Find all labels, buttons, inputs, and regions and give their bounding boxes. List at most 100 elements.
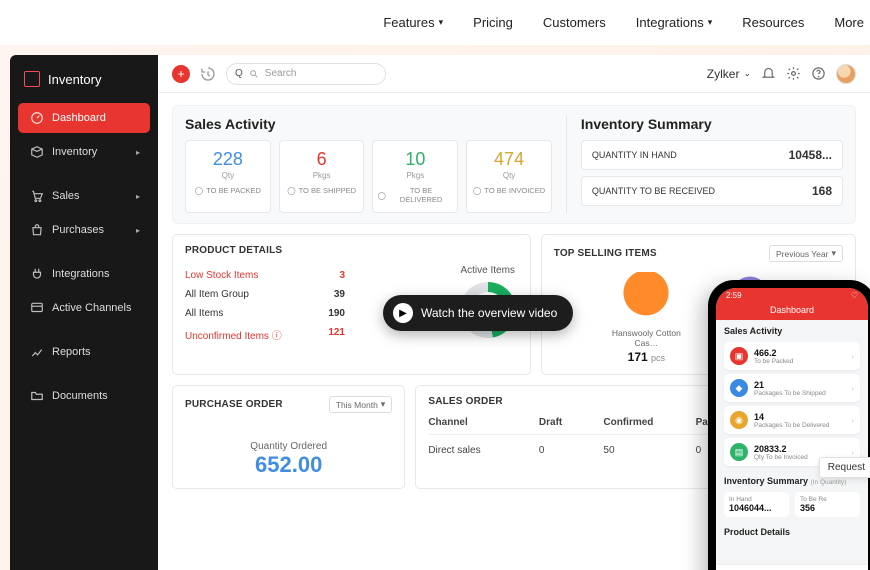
chart-icon — [30, 345, 44, 359]
sidebar-item-reports[interactable]: Reports — [18, 337, 150, 367]
avatar[interactable] — [836, 64, 856, 84]
pd-row-low-stock[interactable]: Low Stock Items3 — [185, 266, 345, 285]
po-label: Quantity Ordered — [185, 441, 392, 452]
chevron-down-icon: ▾ — [381, 399, 386, 410]
chevron-down-icon: ▾ — [831, 248, 836, 259]
summary-grid: Sales Activity 228 Qty ◯TO BE PACKED 6 P… — [172, 105, 856, 224]
package-icon: ▣ — [730, 347, 748, 365]
folder-icon — [30, 389, 44, 403]
appbar: + Q Search Zylker ⌄ — [158, 55, 870, 93]
sales-activity-title: Sales Activity — [185, 116, 552, 132]
check-circle-icon: ◯ — [287, 186, 295, 195]
search-icon — [249, 69, 259, 79]
app-shell: Inventory Dashboard Inventory ▸ Sales ▸ — [0, 45, 870, 570]
help-icon[interactable] — [811, 66, 826, 81]
phone-row-shipped[interactable]: ◆ 21Packages To be Shipped › — [724, 374, 860, 402]
sidebar-label: Purchases — [52, 224, 104, 236]
brand[interactable]: Inventory — [10, 65, 158, 101]
sidebar-item-dashboard[interactable]: Dashboard — [18, 103, 150, 133]
brand-icon — [24, 71, 40, 87]
phone-status-bar: 2:59 ♡ — [716, 288, 868, 302]
history-icon[interactable] — [200, 66, 216, 82]
isum-row-in-hand: QUANTITY IN HAND 10458... — [581, 140, 843, 170]
org-name: Zylker — [707, 67, 740, 81]
phone-mockup: 2:59 ♡ Dashboard Sales Activity ▣ 466.2T… — [708, 280, 870, 570]
topnav-integrations[interactable]: Integrations▾ — [636, 15, 712, 30]
bell-icon: ♡ — [851, 291, 858, 300]
box-icon: ◉ — [730, 411, 748, 429]
isum-row-to-receive: QUANTITY TO BE RECEIVED 168 — [581, 176, 843, 206]
purchase-order-filter[interactable]: This Month▾ — [329, 396, 393, 413]
chevron-right-icon: › — [851, 352, 854, 361]
sales-activity: Sales Activity 228 Qty ◯TO BE PACKED 6 P… — [185, 116, 552, 213]
sidebar-item-purchases[interactable]: Purchases ▸ — [18, 215, 150, 245]
topnav-customers[interactable]: Customers — [543, 15, 606, 30]
inventory-summary-title: Inventory Summary — [581, 116, 843, 132]
play-icon: ▶ — [393, 303, 413, 323]
phone-time: 2:59 — [726, 291, 742, 300]
chevron-down-icon: ▾ — [708, 17, 713, 28]
chevron-right-icon: › — [851, 384, 854, 393]
pd-row-all-items[interactable]: All Items190 — [185, 304, 345, 323]
topnav-pricing[interactable]: Pricing — [473, 15, 513, 30]
phone-tab-bar: ⌂Dashboard ⎘Sales Orders ▣Packages ⌑Item… — [716, 564, 868, 570]
request-button[interactable]: Request — [819, 457, 870, 478]
chevron-right-icon: ▸ — [136, 226, 140, 235]
check-circle-icon: ◯ — [377, 191, 385, 200]
chevron-down-icon: ▾ — [439, 17, 444, 28]
topnav-more[interactable]: More — [834, 15, 864, 30]
phone-row-packed[interactable]: ▣ 466.2To be Packed › — [724, 342, 860, 370]
sa-card-packed[interactable]: 228 Qty ◯TO BE PACKED — [185, 140, 271, 213]
info-icon: ⓘ — [272, 331, 282, 342]
pd-row-item-group[interactable]: All Item Group39 — [185, 285, 345, 304]
sa-card-shipped[interactable]: 6 Pkgs ◯TO BE SHIPPED — [279, 140, 365, 213]
sidebar-item-documents[interactable]: Documents — [18, 381, 150, 411]
sidebar-item-active-channels[interactable]: Active Channels — [18, 293, 150, 323]
phone-pd-title: Product Details — [716, 521, 868, 539]
sidebar-label: Inventory — [52, 146, 97, 158]
truck-icon: ◆ — [730, 379, 748, 397]
sa-card-delivered[interactable]: 10 Pkgs ◯TO BE DELIVERED — [372, 140, 458, 213]
sa-card-invoiced[interactable]: 474 Qty ◯TO BE INVOICED — [466, 140, 552, 213]
phone-header: Dashboard — [716, 302, 868, 320]
pd-row-unconfirmed[interactable]: Unconfirmed Items ⓘ121 — [185, 323, 345, 346]
phone-box-inhand: In Hand1046044... — [724, 492, 789, 517]
chevron-right-icon: › — [851, 416, 854, 425]
phone-sales-title: Sales Activity — [716, 320, 868, 338]
top-selling-title: TOP SELLING ITEMS — [554, 248, 657, 259]
sidebar-item-sales[interactable]: Sales ▸ — [18, 181, 150, 211]
sidebar-label: Dashboard — [52, 112, 106, 124]
sidebar-item-inventory[interactable]: Inventory ▸ — [18, 137, 150, 167]
search-input[interactable]: Q Search — [226, 63, 386, 85]
bell-icon[interactable] — [761, 66, 776, 81]
inventory-summary: Inventory Summary QUANTITY IN HAND 10458… — [566, 116, 843, 213]
sidebar-label: Integrations — [52, 268, 109, 280]
gear-icon[interactable] — [786, 66, 801, 81]
chevron-right-icon: ▸ — [136, 148, 140, 157]
dashboard-content: Sales Activity 228 Qty ◯TO BE PACKED 6 P… — [158, 93, 870, 570]
add-button[interactable]: + — [172, 65, 190, 83]
sidebar-label: Sales — [52, 190, 80, 202]
sidebar-item-integrations[interactable]: Integrations — [18, 259, 150, 289]
product-image — [620, 272, 672, 324]
product-details-title: PRODUCT DETAILS — [185, 245, 518, 256]
video-cta-label: Watch the overview video — [421, 306, 557, 320]
watch-video-button[interactable]: ▶ Watch the overview video — [383, 295, 573, 331]
sidebar: Inventory Dashboard Inventory ▸ Sales ▸ — [10, 55, 158, 570]
purchase-order-card: PURCHASE ORDER This Month▾ Quantity Orde… — [172, 385, 405, 489]
dashboard-icon — [30, 111, 44, 125]
phone-row-delivered[interactable]: ◉ 14Packages To be Delivered › — [724, 406, 860, 434]
chevron-right-icon: › — [851, 448, 854, 457]
search-placeholder: Search — [265, 68, 297, 79]
topnav-resources[interactable]: Resources — [742, 15, 804, 30]
po-value: 652.00 — [185, 452, 392, 478]
purchase-order-title: PURCHASE ORDER — [185, 399, 283, 410]
bag-icon — [30, 223, 44, 237]
channels-icon — [30, 301, 44, 315]
main: + Q Search Zylker ⌄ — [158, 55, 870, 570]
org-switcher[interactable]: Zylker ⌄ — [707, 67, 751, 81]
top-selling-filter[interactable]: Previous Year▾ — [769, 245, 843, 262]
ts-item-1[interactable]: Hanswooly Cotton Cas… 171 pcs — [601, 272, 691, 364]
topnav-features[interactable]: Features▾ — [383, 15, 443, 30]
cart-icon — [30, 189, 44, 203]
